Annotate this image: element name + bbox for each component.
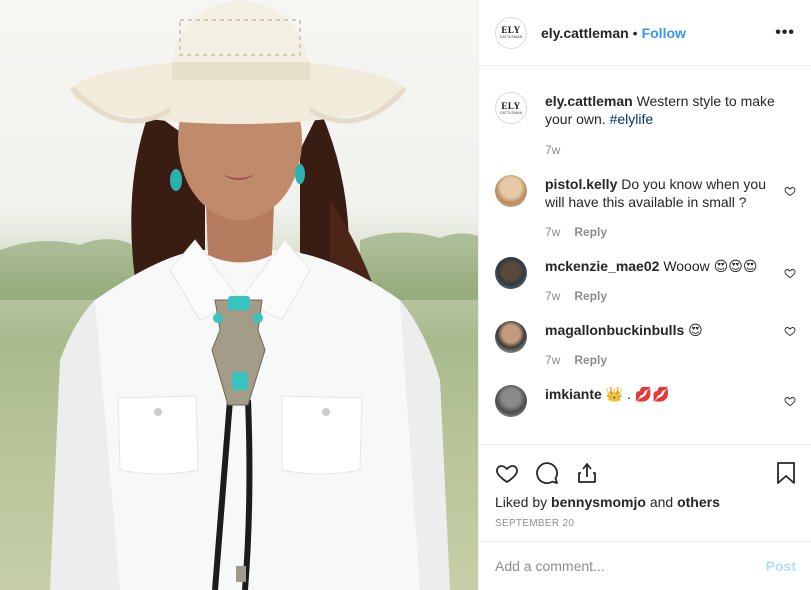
avatar-logo-text: ELY bbox=[501, 25, 521, 35]
post-header: ELY CATTLEMAN ely.cattleman • Follow ••• bbox=[479, 0, 811, 66]
commenter-avatar[interactable] bbox=[495, 175, 527, 207]
likes-conjunction: and bbox=[649, 494, 674, 510]
more-icon[interactable]: ••• bbox=[775, 24, 795, 40]
commenter-avatar[interactable] bbox=[495, 385, 527, 417]
follow-button[interactable]: Follow bbox=[642, 25, 686, 41]
comment-time[interactable]: 7w bbox=[545, 287, 560, 305]
reply-button[interactable]: Reply bbox=[574, 287, 607, 305]
comments-list[interactable]: ELY CATTLEMAN ely.cattleman Western styl… bbox=[479, 67, 811, 444]
comment-item: mckenzie_mae02 Wooow 😍😍😍 7w Reply bbox=[495, 257, 796, 305]
post-side-panel: ELY CATTLEMAN ely.cattleman • Follow •••… bbox=[478, 0, 811, 590]
instagram-post-modal: ELY CATTLEMAN ely.cattleman • Follow •••… bbox=[0, 0, 811, 590]
action-icons-row bbox=[495, 445, 796, 501]
comment-item: pistol.kelly Do you know when you will h… bbox=[495, 175, 796, 241]
caption-meta: 7w bbox=[545, 141, 777, 159]
header-separator: • bbox=[632, 24, 638, 41]
avatar-logo-text: ELY bbox=[501, 100, 521, 111]
comment-meta: 7w Reply bbox=[545, 223, 777, 241]
post-actions: Liked by bennysmomjo and others SEPTEMBE… bbox=[479, 444, 811, 541]
comment-item: magallonbuckinbulls 😍 7w Reply bbox=[495, 321, 796, 369]
comment-text-row: magallonbuckinbulls 😍 bbox=[545, 321, 777, 339]
author-username[interactable]: ely.cattleman bbox=[541, 25, 629, 41]
comment-body: pistol.kelly Do you know when you will h… bbox=[545, 175, 777, 241]
comment-body: mckenzie_mae02 Wooow 😍😍😍 7w Reply bbox=[545, 257, 777, 305]
likes-summary: Liked by bennysmomjo and others bbox=[495, 494, 796, 510]
comment-username[interactable]: mckenzie_mae02 bbox=[545, 258, 659, 274]
like-comment-heart-icon[interactable] bbox=[784, 267, 796, 279]
comment-body: magallonbuckinbulls 😍 7w Reply bbox=[545, 321, 777, 369]
comment-text: 👑 . 💋💋 bbox=[605, 386, 670, 402]
reply-button[interactable]: Reply bbox=[574, 351, 607, 369]
bookmark-icon[interactable] bbox=[772, 453, 796, 493]
avatar-logo-subtext: CATTLEMAN bbox=[499, 110, 523, 115]
caption-avatar[interactable]: ELY CATTLEMAN bbox=[495, 92, 527, 124]
caption-item: ELY CATTLEMAN ely.cattleman Western styl… bbox=[495, 92, 796, 159]
comment-text: Wooow 😍😍😍 bbox=[663, 258, 758, 274]
like-comment-heart-icon[interactable] bbox=[784, 395, 796, 407]
caption-time[interactable]: 7w bbox=[545, 141, 560, 159]
reply-button[interactable]: Reply bbox=[574, 223, 607, 241]
share-icon[interactable] bbox=[575, 453, 615, 493]
comment-text-row: pistol.kelly Do you know when you will h… bbox=[545, 175, 777, 211]
comment-username[interactable]: imkiante bbox=[545, 386, 602, 402]
comment-text-row: imkiante 👑 . 💋💋 bbox=[545, 385, 777, 403]
heart-icon[interactable] bbox=[495, 453, 535, 493]
comment-input[interactable] bbox=[495, 558, 766, 574]
post-date[interactable]: SEPTEMBER 20 bbox=[495, 518, 796, 529]
commenter-avatar[interactable] bbox=[495, 257, 527, 289]
comment-time[interactable]: 7w bbox=[545, 351, 560, 369]
likes-user[interactable]: bennysmomjo bbox=[551, 494, 646, 510]
comment-username[interactable]: magallonbuckinbulls bbox=[545, 322, 684, 338]
post-photo[interactable] bbox=[0, 0, 478, 590]
comment-item: imkiante 👑 . 💋💋 bbox=[495, 385, 796, 417]
author-avatar[interactable]: ELY CATTLEMAN bbox=[495, 16, 527, 49]
comment-text: 😍 bbox=[688, 322, 703, 338]
like-comment-heart-icon[interactable] bbox=[784, 325, 796, 337]
comment-meta: 7w Reply bbox=[545, 287, 777, 305]
likes-prefix: Liked by bbox=[495, 494, 548, 510]
comment-username[interactable]: pistol.kelly bbox=[545, 176, 617, 192]
likes-others[interactable]: others bbox=[677, 494, 720, 510]
comment-meta: 7w Reply bbox=[545, 351, 777, 369]
comment-body: imkiante 👑 . 💋💋 bbox=[545, 385, 777, 417]
commenter-avatar[interactable] bbox=[495, 321, 527, 353]
comment-time[interactable]: 7w bbox=[545, 223, 560, 241]
comment-icon[interactable] bbox=[535, 453, 575, 493]
caption-username[interactable]: ely.cattleman bbox=[545, 93, 633, 109]
like-comment-heart-icon[interactable] bbox=[784, 185, 796, 197]
comment-text-row: mckenzie_mae02 Wooow 😍😍😍 bbox=[545, 257, 777, 275]
avatar-logo-subtext: CATTLEMAN bbox=[499, 35, 523, 39]
caption-text-row: ely.cattleman Western style to make your… bbox=[545, 92, 777, 128]
post-comment-button[interactable]: Post bbox=[766, 558, 796, 574]
add-comment-bar: Post bbox=[479, 541, 811, 590]
caption-hashtag[interactable]: #elylife bbox=[610, 111, 654, 127]
caption-body: ely.cattleman Western style to make your… bbox=[545, 92, 777, 159]
photo-illustration bbox=[0, 0, 478, 590]
